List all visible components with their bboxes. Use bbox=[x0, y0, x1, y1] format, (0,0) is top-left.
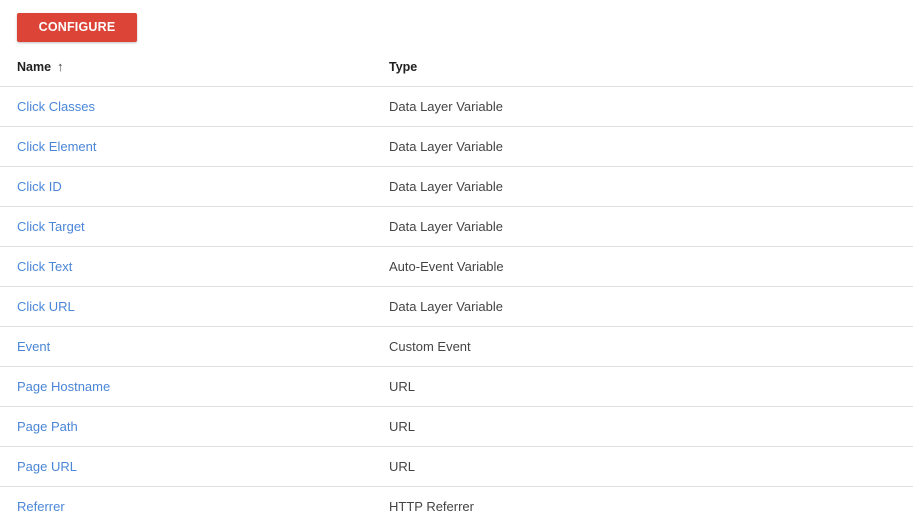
variable-name-link[interactable]: Click Classes bbox=[17, 87, 95, 127]
column-header-type-label: Type bbox=[389, 60, 418, 74]
table-row: Page Path URL bbox=[0, 407, 913, 447]
table-row: Click Element Data Layer Variable bbox=[0, 127, 913, 167]
variable-type: Data Layer Variable bbox=[389, 299, 503, 314]
table-row: Referrer HTTP Referrer bbox=[0, 487, 913, 525]
table-header: Name ↑ Type bbox=[0, 47, 913, 87]
table-row: Page Hostname URL bbox=[0, 367, 913, 407]
variable-type: Data Layer Variable bbox=[389, 139, 503, 154]
variable-type: HTTP Referrer bbox=[389, 499, 474, 514]
variable-type: Custom Event bbox=[389, 339, 471, 354]
variable-type: Data Layer Variable bbox=[389, 219, 503, 234]
table-row: Click Text Auto-Event Variable bbox=[0, 247, 913, 287]
table-row: Click URL Data Layer Variable bbox=[0, 287, 913, 327]
variable-type: Data Layer Variable bbox=[389, 179, 503, 194]
variable-type: URL bbox=[389, 459, 416, 474]
table-row: Click Classes Data Layer Variable bbox=[0, 87, 913, 127]
column-header-name-label: Name bbox=[17, 60, 52, 74]
variable-type: URL bbox=[389, 379, 416, 394]
configure-button[interactable]: CONFIGURE bbox=[17, 13, 137, 42]
variable-name-link[interactable]: Page Hostname bbox=[17, 367, 110, 407]
variable-name-link[interactable]: Event bbox=[17, 327, 50, 367]
table-row: Event Custom Event bbox=[0, 327, 913, 367]
variable-name-link[interactable]: Page URL bbox=[17, 447, 77, 487]
variable-name-link[interactable]: Click Target bbox=[17, 207, 85, 247]
variable-name-link[interactable]: Click Text bbox=[17, 247, 72, 287]
sort-ascending-icon[interactable]: ↑ bbox=[57, 47, 64, 87]
column-header-name[interactable]: Name ↑ bbox=[17, 47, 64, 87]
variable-type: Auto-Event Variable bbox=[389, 259, 504, 274]
variable-name-link[interactable]: Click ID bbox=[17, 167, 62, 207]
column-header-type[interactable]: Type bbox=[389, 47, 417, 87]
variable-name-link[interactable]: Click URL bbox=[17, 287, 75, 327]
table-row: Click ID Data Layer Variable bbox=[0, 167, 913, 207]
variable-name-link[interactable]: Page Path bbox=[17, 407, 78, 447]
variable-type: URL bbox=[389, 419, 416, 434]
variable-type: Data Layer Variable bbox=[389, 99, 503, 114]
built-in-variables-page: CONFIGURE Name ↑ Type Click Classes Data … bbox=[0, 0, 913, 525]
variable-name-link[interactable]: Referrer bbox=[17, 487, 65, 525]
variables-table: Name ↑ Type Click Classes Data Layer Vari… bbox=[0, 47, 913, 525]
variable-name-link[interactable]: Click Element bbox=[17, 127, 96, 167]
table-row: Click Target Data Layer Variable bbox=[0, 207, 913, 247]
table-row: Page URL URL bbox=[0, 447, 913, 487]
